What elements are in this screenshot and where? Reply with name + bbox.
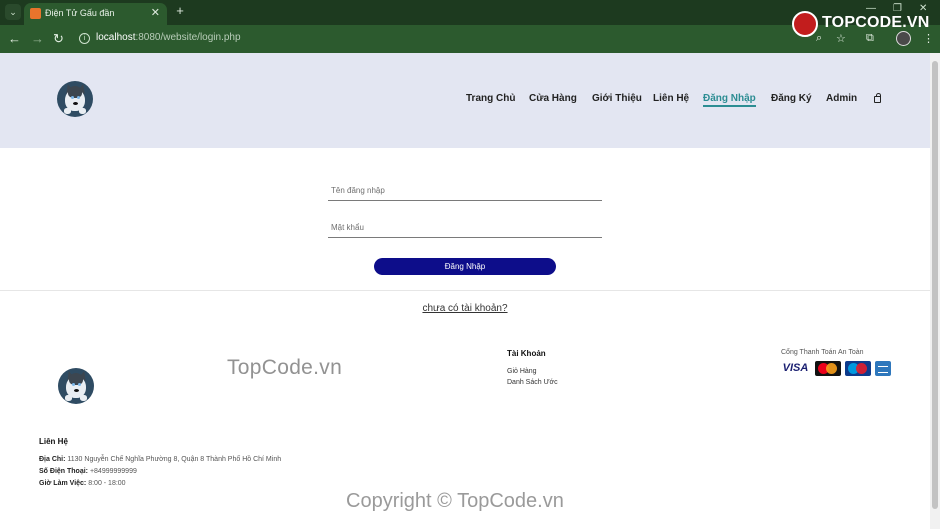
url-field[interactable]: localhost:8080/website/login.php <box>96 32 241 43</box>
section-divider <box>0 290 930 291</box>
address-line: Địa Chỉ: 1130 Nguyễn Chế Nghĩa Phường 8,… <box>39 456 282 463</box>
nav-register[interactable]: Đăng Ký <box>771 93 812 104</box>
reload-icon[interactable]: ↻ <box>53 31 64 47</box>
shopping-bag-icon[interactable] <box>874 93 881 103</box>
watermark-text: TopCode.vn <box>227 356 343 379</box>
page-scrollbar[interactable] <box>930 53 940 529</box>
more-menu-icon[interactable]: ⋮ <box>923 32 934 45</box>
tab-title: Điện Tử Gấu đần <box>45 8 115 18</box>
payment-cards: VISA <box>781 361 891 377</box>
nav-contact[interactable]: Liên Hệ <box>653 93 689 104</box>
new-tab-button[interactable]: + <box>173 3 187 19</box>
watermark-shield-icon <box>792 11 818 37</box>
contact-title: Liên Hệ <box>39 437 68 446</box>
forward-icon[interactable]: → <box>31 31 44 47</box>
password-field-wrap <box>328 217 602 238</box>
favicon-icon <box>30 8 41 19</box>
husky-logo[interactable] <box>57 81 93 117</box>
scrollbar-thumb[interactable] <box>932 61 938 509</box>
maestro-icon <box>845 361 871 376</box>
phone-line: Số Điện Thoại: +84999999999 <box>39 468 137 475</box>
back-icon[interactable]: ← <box>8 31 21 47</box>
nav-admin[interactable]: Admin <box>826 93 857 104</box>
site-info-icon[interactable]: i <box>79 33 90 44</box>
account-title: Tài Khoản <box>507 349 546 358</box>
footer-husky-logo[interactable] <box>58 368 94 404</box>
register-link[interactable]: chưa có tài khoản? <box>0 303 930 314</box>
username-field-wrap <box>328 180 602 201</box>
close-window-icon[interactable]: ✕ <box>919 3 927 14</box>
nav-shop[interactable]: Cửa Hàng <box>529 93 577 104</box>
amex-icon <box>875 361 891 376</box>
password-input[interactable] <box>328 217 602 238</box>
login-button[interactable]: Đăng Nhập <box>374 258 556 275</box>
username-input[interactable] <box>328 180 602 201</box>
nav-about[interactable]: Giới Thiệu <box>592 93 642 104</box>
hours-line: Giờ Làm Việc: 8:00 - 18:00 <box>39 480 126 487</box>
nav-login[interactable]: Đăng Nhập <box>703 93 756 107</box>
watermark-logo: TOPCODE.VN <box>792 9 929 39</box>
visa-icon: VISA <box>782 362 809 374</box>
browser-tab[interactable]: Điện Tử Gấu đần ✕ <box>24 3 167 25</box>
nav-home[interactable]: Trang Chủ <box>466 93 515 104</box>
tab-close-icon[interactable]: ✕ <box>151 6 160 19</box>
tab-search-icon[interactable]: ⌄ <box>5 4 21 20</box>
cart-link[interactable]: Giỏ Hàng <box>507 368 537 375</box>
watermark-copyright: Copyright © TopCode.vn <box>346 490 564 512</box>
mastercard-icon <box>815 361 841 376</box>
login-form <box>328 180 602 238</box>
payment-title: Cổng Thanh Toán An Toàn <box>781 349 864 356</box>
watermark-logo-text: TOPCODE.VN <box>822 14 930 31</box>
wishlist-link[interactable]: Danh Sách Ước <box>507 379 558 386</box>
